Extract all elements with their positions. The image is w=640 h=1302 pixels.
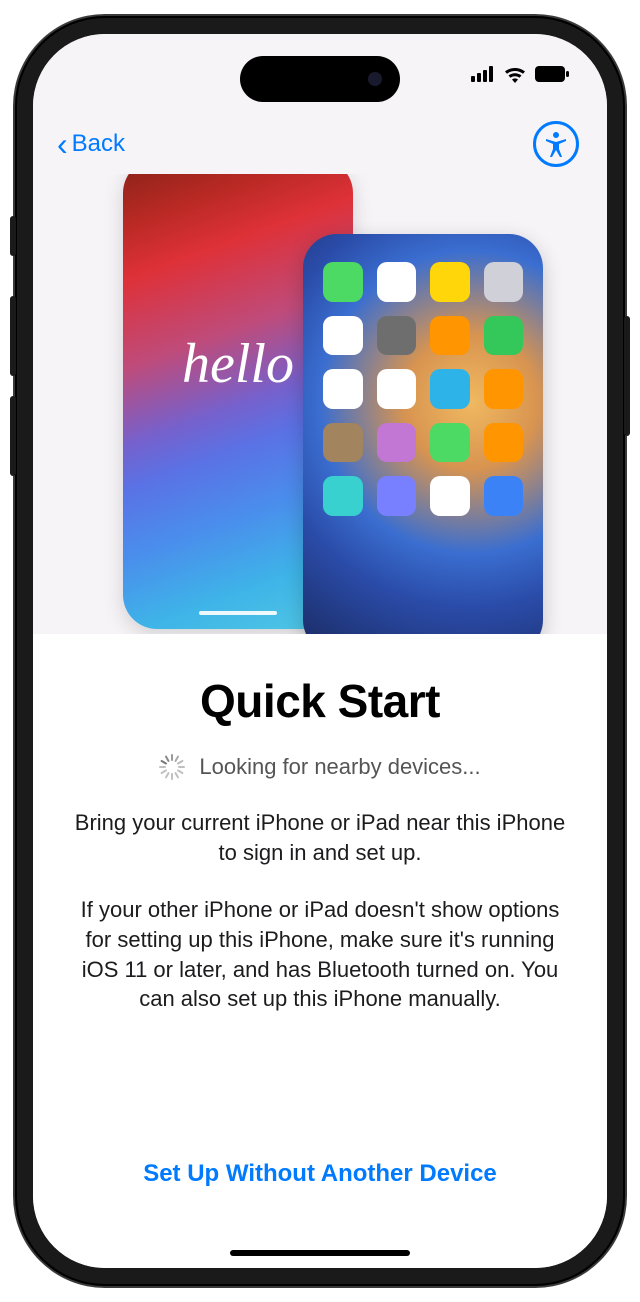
battery-icon xyxy=(535,66,569,82)
content: ‹ Back hello xyxy=(33,34,607,1268)
app-icon xyxy=(377,476,417,516)
searching-text: Looking for nearby devices... xyxy=(199,754,480,780)
cellular-signal-icon xyxy=(471,66,495,82)
body-text-2: If your other iPhone or iPad doesn't sho… xyxy=(69,895,571,1014)
setup-without-device-link[interactable]: Set Up Without Another Device xyxy=(69,1160,571,1238)
apps-phone-illustration xyxy=(303,234,543,634)
accessibility-button[interactable] xyxy=(533,121,579,167)
app-icon xyxy=(430,316,470,356)
main-panel: Quick Start Looking for nearby devices..… xyxy=(33,634,607,1268)
app-icon xyxy=(323,262,363,302)
screen: ‹ Back hello xyxy=(33,34,607,1268)
volume-up-button xyxy=(10,296,16,376)
app-icon xyxy=(377,369,417,409)
app-icon xyxy=(484,423,524,463)
app-icon xyxy=(430,476,470,516)
wifi-icon xyxy=(503,65,527,83)
illustration-home-indicator xyxy=(199,611,277,615)
app-icon xyxy=(430,423,470,463)
mute-switch xyxy=(10,216,16,256)
accessibility-icon xyxy=(541,129,571,159)
hero-illustration: hello xyxy=(33,174,607,634)
app-icon xyxy=(377,423,417,463)
volume-down-button xyxy=(10,396,16,476)
back-button[interactable]: ‹ Back xyxy=(57,128,125,160)
app-icon xyxy=(323,423,363,463)
power-button xyxy=(624,316,630,436)
spinner-icon xyxy=(159,754,185,780)
app-icon xyxy=(484,369,524,409)
page-title: Quick Start xyxy=(69,674,571,728)
app-icon xyxy=(323,369,363,409)
body-text-1: Bring your current iPhone or iPad near t… xyxy=(69,808,571,867)
app-icon xyxy=(430,262,470,302)
dynamic-island xyxy=(240,56,400,102)
app-icon xyxy=(377,316,417,356)
app-icon xyxy=(484,476,524,516)
back-label: Back xyxy=(72,130,125,158)
iphone-frame: ‹ Back hello xyxy=(15,16,625,1286)
app-icon xyxy=(323,316,363,356)
app-icon xyxy=(430,369,470,409)
chevron-left-icon: ‹ xyxy=(57,128,68,160)
app-icon xyxy=(323,476,363,516)
app-icon xyxy=(484,262,524,302)
home-indicator[interactable] xyxy=(230,1250,410,1256)
app-icon xyxy=(484,316,524,356)
hello-text: hello xyxy=(182,332,294,396)
searching-row: Looking for nearby devices... xyxy=(69,754,571,780)
app-icon xyxy=(377,262,417,302)
